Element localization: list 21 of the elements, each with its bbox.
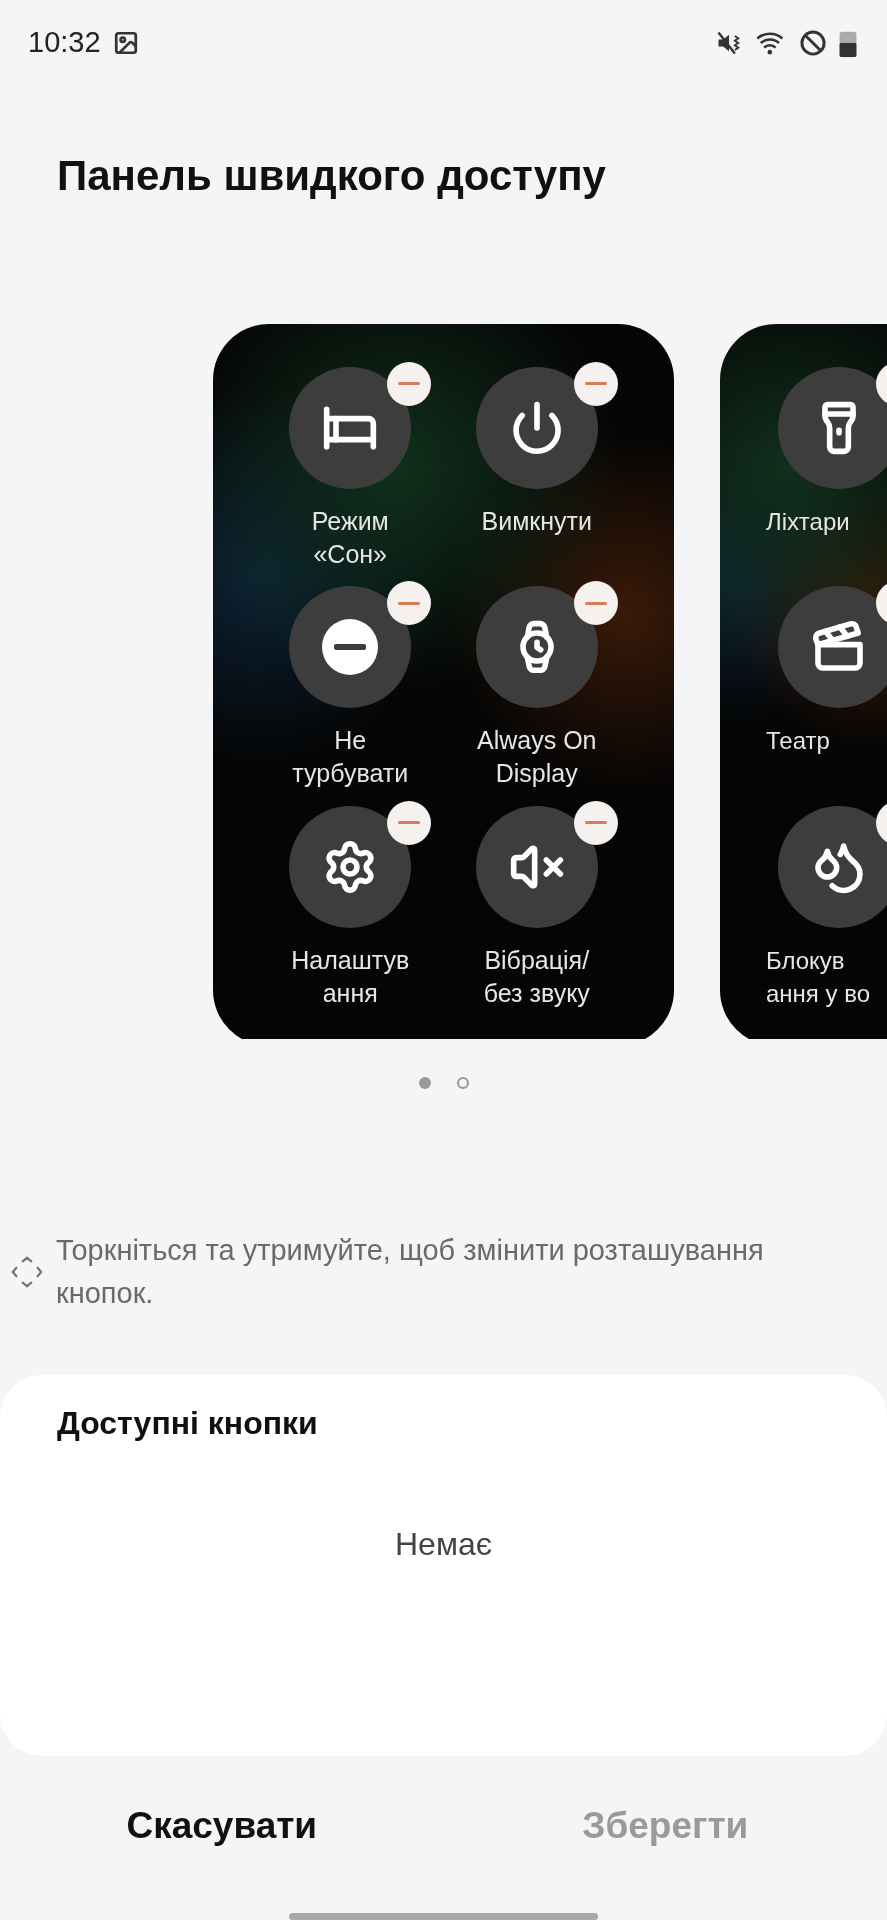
status-time: 10:32	[28, 26, 101, 60]
button-label: Режим «Сон»	[311, 505, 389, 570]
minus-circle-icon	[321, 618, 380, 677]
hint-text: Торкніться та утримуйте, щоб змінити розташування кнопок.	[56, 1233, 765, 1312]
button-label: Театр	[766, 726, 830, 757]
page-title: Панель швидкого доступу	[57, 151, 607, 202]
button-label: Вібрація/ без звуку	[483, 944, 590, 1009]
image-icon	[112, 29, 139, 56]
button-label: Ліхтари	[766, 506, 850, 537]
button-label: Не турбувати	[292, 725, 409, 790]
page-dot[interactable]	[418, 1077, 431, 1090]
empty-text: Немає	[395, 1525, 492, 1563]
drag-hint-icon	[10, 1255, 44, 1290]
action-button[interactable]: Скасувати	[0, 1781, 444, 1872]
section-title: Доступні кнопки	[57, 1405, 319, 1443]
page-dot[interactable]	[456, 1077, 469, 1090]
button-label: Блокув ання у во	[766, 945, 870, 1009]
button-label: Вимкнути	[481, 505, 592, 537]
blocked-icon	[799, 28, 827, 57]
button-label: Налаштув ання	[291, 944, 410, 1009]
button-label: Always On Display	[477, 725, 597, 790]
